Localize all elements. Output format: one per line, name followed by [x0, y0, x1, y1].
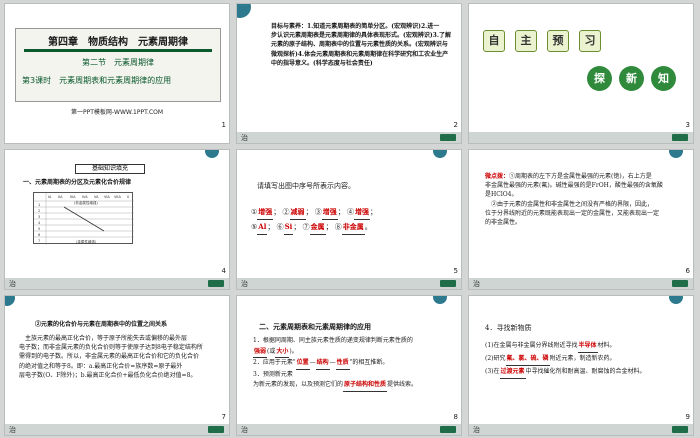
slide-thumbnail-1[interactable]: 第四章 物质结构 元素周期律 第二节 元素周期律 第3课时 元素周期表和元素周期…: [4, 3, 230, 144]
svg-text:2: 2: [38, 209, 40, 213]
instruction-text: 请填写出图中序号所表示内容。: [257, 182, 355, 190]
nav-button[interactable]: [672, 280, 688, 287]
slide-thumbnail-2[interactable]: 目标与素养：1.知道元素周期表的简单分区。(宏观辨识)2.进一 步认识元素周期表…: [236, 3, 462, 144]
svg-text:6: 6: [38, 233, 40, 237]
svg-text:4: 4: [38, 221, 41, 225]
footer-bar: 治: [5, 278, 229, 289]
svg-text:VA: VA: [94, 195, 99, 199]
corner-decoration: [433, 150, 447, 158]
footer-bar: [469, 132, 693, 143]
svg-text:IIIA: IIIA: [70, 195, 76, 199]
title-divider: [24, 49, 212, 52]
nav-button[interactable]: [672, 426, 688, 433]
corner-decoration: [237, 4, 251, 18]
footer-bar: 治: [237, 132, 461, 143]
slide-number: 9: [685, 413, 690, 421]
answer-list: ①增强； ②减弱； ③增强； ④增强； ⑤Al； ⑥Si； ⑦金属； ⑧非金属。: [251, 205, 456, 235]
svg-text:VIA: VIA: [104, 195, 110, 199]
section-heading: 二、元素周期表和元素周期律的应用: [259, 322, 371, 331]
lesson-title: 第3课时 元素周期表和元素周期律的应用: [22, 76, 172, 85]
body-text: (1)在金属与非金属分界线附近寻找半导体材料。 (2)研究氟、氯、硫、磷附近元素…: [485, 340, 690, 379]
nav-button[interactable]: [440, 134, 456, 141]
body-text: 主族元素的最高正化合价，等于原子所能失去或偏移的最外层 电子数；而非金属元素的负…: [19, 335, 203, 379]
slide-thumbnail-4[interactable]: 基础知识填充 一、元素周期表的分区及元素化合价规律 IA IIA IIIA IVA …: [4, 149, 230, 290]
periodic-table-diagram: IA IIA IIIA IVA VA VIA VIIA 0 1 2 3 4 5 6 7 (非金…: [33, 192, 134, 245]
corner-decoration: [669, 296, 683, 304]
slide-number: 5: [453, 267, 458, 275]
title-circle-1: 探: [587, 66, 612, 91]
section-heading: ②元素的化合价与元素在周期表中的位置之间关系: [35, 321, 168, 328]
svg-text:IVA: IVA: [82, 195, 88, 199]
slide-number: 7: [221, 413, 226, 421]
slide-thumbnail-5[interactable]: 请填写出图中序号所表示内容。 ①增强； ②减弱； ③增强； ④增强； ⑤Al； …: [236, 149, 462, 290]
chapter-title: 第四章 物质结构 元素周期律: [48, 37, 188, 48]
svg-text:3: 3: [38, 215, 40, 219]
slide-number: 6: [685, 267, 690, 275]
nav-button[interactable]: [440, 426, 456, 433]
slide-thumbnail-6[interactable]: 微点拨：①周期表的左下方是金属性最强的元素(铯)，右上方是 非金属性最强的元素(…: [468, 149, 694, 290]
nav-button[interactable]: [208, 426, 224, 433]
corner-decoration: [5, 296, 15, 306]
section-title: 第二节 元素周期律: [82, 58, 154, 67]
svg-text:VIIA: VIIA: [114, 195, 121, 199]
slide-thumbnail-8[interactable]: 二、元素周期表和元素周期律的应用 1．根据同周期、同主族元素性质的递变规律判断元…: [236, 295, 462, 436]
svg-text:7: 7: [38, 239, 40, 243]
svg-text:IA: IA: [48, 195, 52, 199]
corner-decoration: [433, 296, 447, 304]
slide-thumbnail-3[interactable]: 自 主 预 习 探 新 知 3: [468, 3, 694, 144]
svg-text:1: 1: [38, 203, 40, 207]
svg-text:(非金属性增强): (非金属性增强): [74, 200, 98, 205]
footer-bar: 治: [469, 278, 693, 289]
svg-text:0: 0: [127, 195, 129, 199]
slide-thumbnail-7[interactable]: ②元素的化合价与元素在周期表中的位置之间关系 主族元素的最高正化合价，等于原子所…: [4, 295, 230, 436]
title-box-4: 习: [579, 30, 601, 52]
website-label: 第一PPT模板网-WWW.1PPT.COM: [70, 109, 164, 116]
tip-text: 微点拨：①周期表的左下方是金属性最强的元素(铯)，右上方是 非金属性最强的元素(…: [485, 173, 663, 227]
slide-number: 3: [685, 121, 690, 129]
title-circle-3: 知: [651, 66, 676, 91]
slide-number: 4: [221, 267, 226, 275]
footer-bar: 治: [237, 424, 461, 435]
footer-bar: 治: [469, 424, 693, 435]
nav-button[interactable]: [440, 280, 456, 287]
svg-text:(金属性增强): (金属性增强): [76, 239, 97, 244]
footer-bar: 治: [237, 278, 461, 289]
svg-text:5: 5: [38, 227, 40, 231]
slide-number: 8: [453, 413, 458, 421]
slide-thumbnail-9[interactable]: 4．寻找新物质 (1)在金属与非金属分界线附近寻找半导体材料。 (2)研究氟、氯…: [468, 295, 694, 436]
title-box-2: 主: [515, 30, 537, 52]
title-circle-2: 新: [619, 66, 644, 91]
title-frame: 第四章 物质结构 元素周期律 第二节 元素周期律 第3课时 元素周期表和元素周期…: [15, 28, 221, 102]
svg-text:IIA: IIA: [58, 195, 63, 199]
corner-decoration: [205, 150, 219, 158]
section-heading: 4．寻找新物质: [485, 324, 532, 332]
slide-number: 1: [221, 121, 226, 129]
footer-bar: 治: [5, 424, 229, 435]
nav-button[interactable]: [672, 134, 688, 141]
objectives-text: 目标与素养：1.知道元素周期表的简单分区。(宏观辨识)2.进一 步认识元素周期表…: [271, 23, 451, 67]
section-tag: 基础知识填充: [75, 164, 145, 174]
title-box-3: 预: [547, 30, 569, 52]
section-heading: 一、元素周期表的分区及元素化合价规律: [23, 179, 132, 186]
slide-number: 2: [453, 121, 458, 129]
body-text: 1．根据同周期、同主族元素性质的递变规律判断元素性质的 强弱(或大小)。 2．应…: [253, 336, 458, 392]
corner-decoration: [669, 150, 683, 158]
title-box-1: 自: [483, 30, 505, 52]
nav-button[interactable]: [208, 280, 224, 287]
